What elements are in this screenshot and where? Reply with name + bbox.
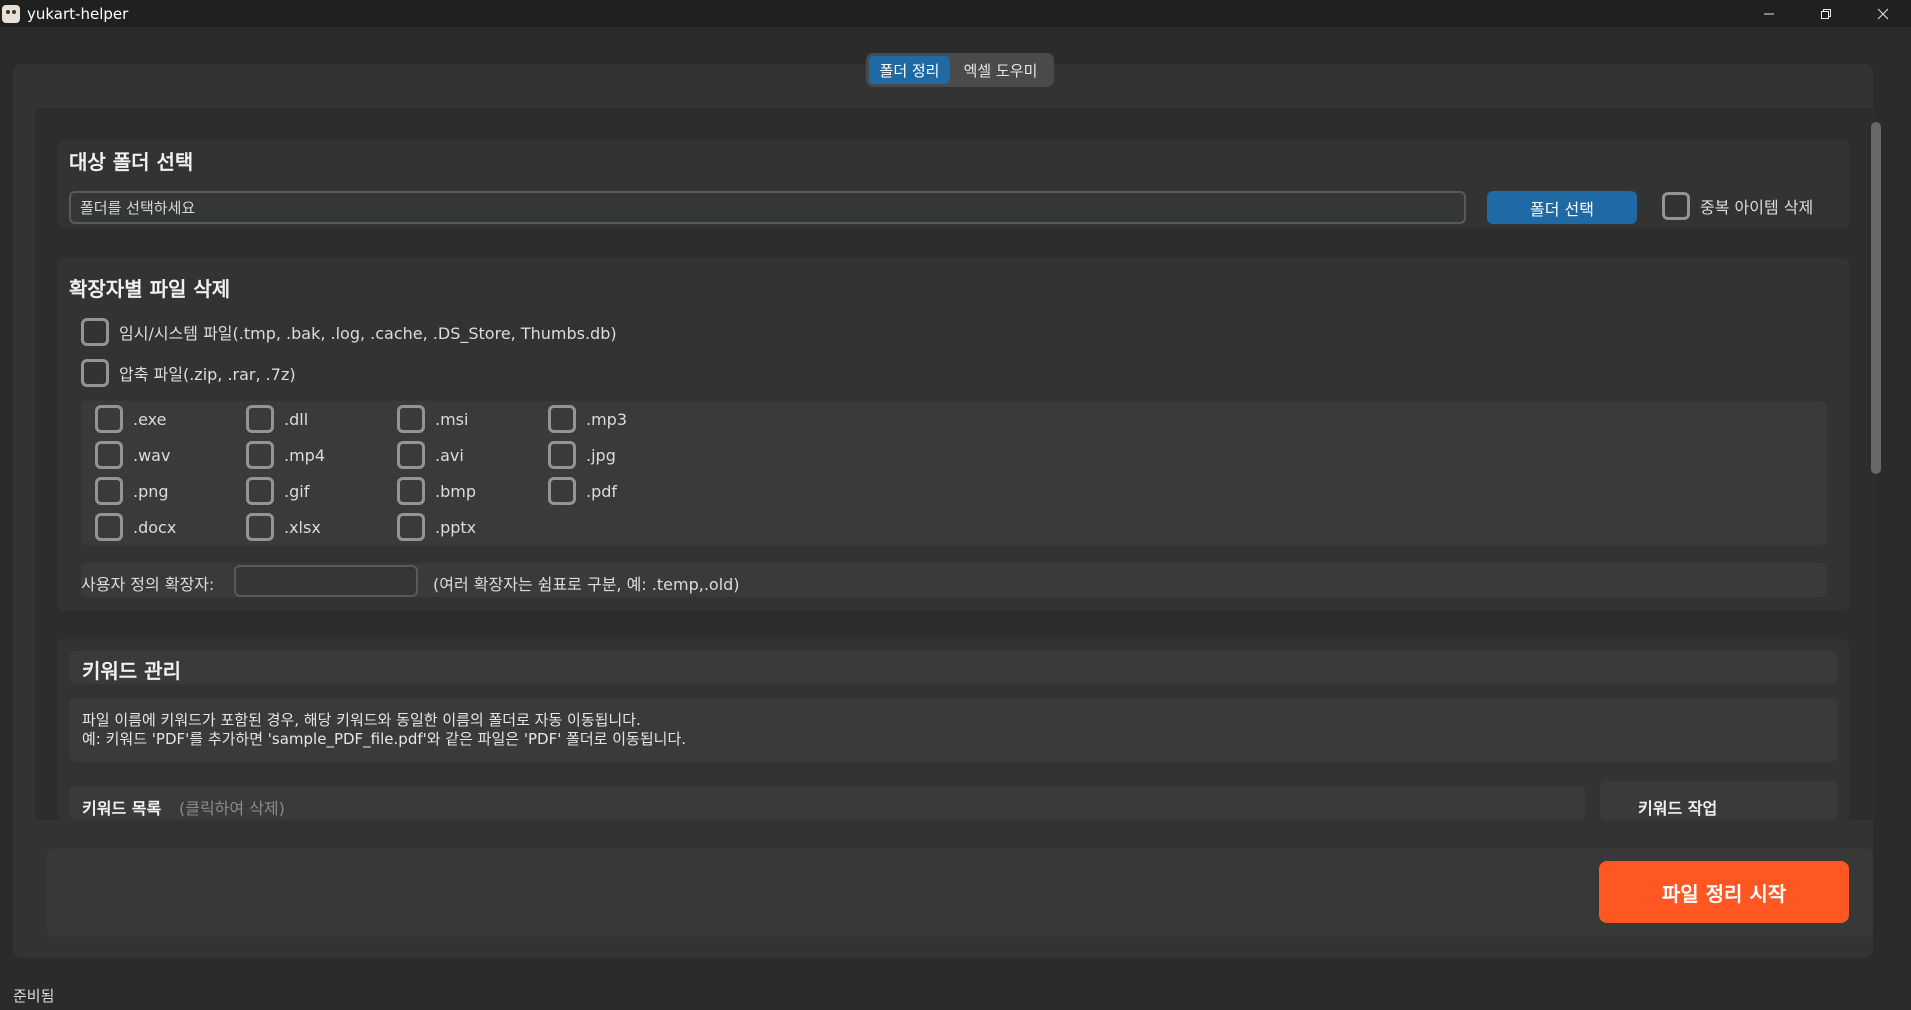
- checkbox-box[interactable]: [548, 441, 576, 469]
- archive-files-label: 압축 파일(.zip, .rar, .7z): [119, 365, 296, 384]
- keyword-list-header: [69, 786, 1585, 820]
- custom-extension-hint: (여러 확장자는 쉼표로 구분, 예: .temp,.old): [433, 575, 740, 594]
- close-icon: [1877, 8, 1888, 19]
- ext-label: .mp4: [284, 445, 326, 465]
- ext-checkbox-mp3[interactable]: .mp3: [548, 405, 627, 433]
- checkbox-box[interactable]: [81, 359, 109, 387]
- checkbox-box[interactable]: [95, 405, 123, 433]
- ext-label: .jpg: [586, 445, 616, 465]
- folder-path-input[interactable]: 폴더를 선택하세요: [69, 191, 1466, 224]
- ext-label: .png: [133, 481, 169, 501]
- checkbox-box[interactable]: [548, 405, 576, 433]
- ext-checkbox-jpg[interactable]: .jpg: [548, 441, 616, 469]
- title-bar: yukart-helper: [0, 0, 1911, 27]
- ext-checkbox-pptx[interactable]: .pptx: [397, 513, 476, 541]
- folder-path-placeholder: 폴더를 선택하세요: [80, 199, 196, 217]
- dup-delete-label: 중복 아이템 삭제: [1700, 198, 1814, 217]
- scrollbar-thumb[interactable]: [1871, 122, 1881, 474]
- checkbox-box[interactable]: [548, 477, 576, 505]
- checkbox-box[interactable]: [81, 318, 109, 346]
- keyword-header-bar: [69, 651, 1838, 684]
- select-folder-button[interactable]: 폴더 선택: [1487, 191, 1637, 224]
- restore-button[interactable]: [1797, 0, 1854, 27]
- start-cleanup-button[interactable]: 파일 정리 시작: [1599, 861, 1849, 923]
- ext-checkbox-docx[interactable]: .docx: [95, 513, 176, 541]
- tab-folder-cleanup[interactable]: 폴더 정리: [869, 56, 950, 84]
- minimize-icon: [1763, 13, 1774, 14]
- tab-excel-helper[interactable]: 엑셀 도우미: [953, 56, 1048, 84]
- ext-checkbox-pdf[interactable]: .pdf: [548, 477, 617, 505]
- ext-label: .exe: [133, 409, 167, 429]
- checkbox-box[interactable]: [246, 405, 274, 433]
- keyword-list-hint: (클릭하여 삭제): [179, 799, 285, 818]
- ext-checkbox-exe[interactable]: .exe: [95, 405, 166, 433]
- keyword-list-title: 키워드 목록: [82, 799, 162, 818]
- keyword-desc-line1: 파일 이름에 키워드가 포함된 경우, 해당 키워드와 동일한 이름의 폴더로 …: [82, 711, 641, 729]
- keyword-actions-header: [1600, 781, 1838, 820]
- ext-checkbox-bmp[interactable]: .bmp: [397, 477, 476, 505]
- status-text: 준비됨: [13, 987, 55, 1005]
- extension-grid-panel: [81, 401, 1827, 545]
- checkbox-box[interactable]: [246, 441, 274, 469]
- ext-checkbox-msi[interactable]: .msi: [397, 405, 468, 433]
- tab-bar: 폴더 정리 엑셀 도우미: [866, 53, 1054, 87]
- ext-label: .msi: [435, 409, 469, 429]
- target-folder-title: 대상 폴더 선택: [69, 150, 194, 174]
- dup-delete-checkbox[interactable]: 중복 아이템 삭제: [1662, 192, 1813, 220]
- checkbox-box[interactable]: [397, 513, 425, 541]
- keyword-actions-title: 키워드 작업: [1638, 799, 1718, 818]
- temp-files-checkbox[interactable]: 임시/시스템 파일(.tmp, .bak, .log, .cache, .DS_…: [81, 318, 617, 346]
- ext-checkbox-gif[interactable]: .gif: [246, 477, 309, 505]
- ext-label: .pptx: [435, 517, 477, 537]
- window-title: yukart-helper: [27, 4, 129, 23]
- ext-label: .docx: [133, 517, 177, 537]
- ext-label: .pdf: [586, 481, 618, 501]
- ext-checkbox-wav[interactable]: .wav: [95, 441, 170, 469]
- ext-label: .xlsx: [284, 517, 321, 537]
- custom-extension-input[interactable]: [234, 565, 418, 597]
- window-controls: [1740, 0, 1911, 27]
- ext-checkbox-avi[interactable]: .avi: [397, 441, 464, 469]
- minimize-button[interactable]: [1740, 0, 1797, 27]
- app-owl-icon: [2, 4, 20, 23]
- ext-label: .avi: [435, 445, 464, 465]
- ext-checkbox-png[interactable]: .png: [95, 477, 169, 505]
- ext-label: .mp3: [586, 409, 628, 429]
- ext-label: .wav: [133, 445, 171, 465]
- checkbox-box[interactable]: [246, 477, 274, 505]
- keyword-title: 키워드 관리: [82, 659, 181, 683]
- checkbox-box[interactable]: [95, 441, 123, 469]
- custom-extension-label: 사용자 정의 확장자:: [81, 575, 215, 594]
- archive-files-checkbox[interactable]: 압축 파일(.zip, .rar, .7z): [81, 359, 296, 387]
- checkbox-box[interactable]: [246, 513, 274, 541]
- checkbox-box[interactable]: [397, 441, 425, 469]
- extension-delete-title: 확장자별 파일 삭제: [69, 277, 231, 301]
- checkbox-box[interactable]: [397, 477, 425, 505]
- checkbox-box[interactable]: [397, 405, 425, 433]
- checkbox-box[interactable]: [95, 477, 123, 505]
- ext-checkbox-mp4[interactable]: .mp4: [246, 441, 325, 469]
- ext-checkbox-dll[interactable]: .dll: [246, 405, 308, 433]
- checkbox-box[interactable]: [95, 513, 123, 541]
- keyword-desc-line2: 예: 키워드 'PDF'를 추가하면 'sample_PDF_file.pdf'…: [82, 730, 687, 748]
- ext-label: .dll: [284, 409, 309, 429]
- checkbox-box[interactable]: [1662, 192, 1690, 220]
- ext-label: .bmp: [435, 481, 476, 501]
- keyword-description: 파일 이름에 키워드가 포함된 경우, 해당 키워드와 동일한 이름의 폴더로 …: [82, 711, 686, 749]
- close-button[interactable]: [1854, 0, 1911, 27]
- ext-checkbox-xlsx[interactable]: .xlsx: [246, 513, 321, 541]
- temp-files-label: 임시/시스템 파일(.tmp, .bak, .log, .cache, .DS_…: [119, 324, 617, 343]
- restore-icon: [1820, 8, 1831, 19]
- ext-label: .gif: [284, 481, 310, 501]
